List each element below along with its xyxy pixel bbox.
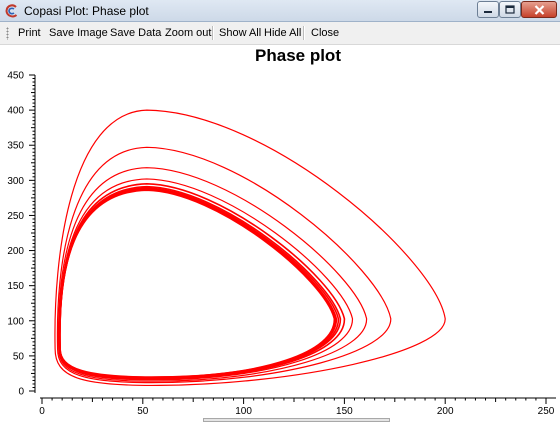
x-tick-label: 250 (538, 406, 555, 417)
trajectory-loop (58, 183, 346, 380)
horizontal-scrollbar[interactable] (203, 418, 390, 422)
trajectory-loop (58, 187, 340, 379)
x-tick-label: 200 (437, 406, 454, 417)
y-tick-label: 300 (7, 176, 24, 187)
x-tick-label: 50 (137, 406, 149, 417)
x-tick-label: 150 (336, 406, 353, 417)
y-tick-label: 250 (7, 211, 24, 222)
x-tick-label: 0 (39, 406, 45, 417)
phase-plot-canvas[interactable]: 0 50 100 150 200 250 300 350 400 450 0 50 100 150 200 2… (0, 0, 560, 422)
y-tick-label: 400 (7, 106, 24, 117)
x-tick-label: 100 (235, 406, 252, 417)
trajectory-loop (59, 188, 337, 379)
y-tick-label: 0 (18, 387, 24, 398)
y-tick-label: 200 (7, 246, 24, 257)
trajectory-loop (58, 185, 342, 380)
trajectory-loop (59, 189, 336, 378)
trajectory-loop (54, 109, 446, 386)
phase-trajectory (54, 109, 446, 386)
y-tick-label: 450 (7, 71, 24, 82)
trajectory-loop (59, 187, 338, 379)
y-tick-label: 150 (7, 281, 24, 292)
y-tick-label: 50 (13, 351, 25, 362)
y-tick-label: 350 (7, 141, 24, 152)
trajectory-loop (56, 146, 392, 384)
y-tick-label: 100 (7, 316, 24, 327)
